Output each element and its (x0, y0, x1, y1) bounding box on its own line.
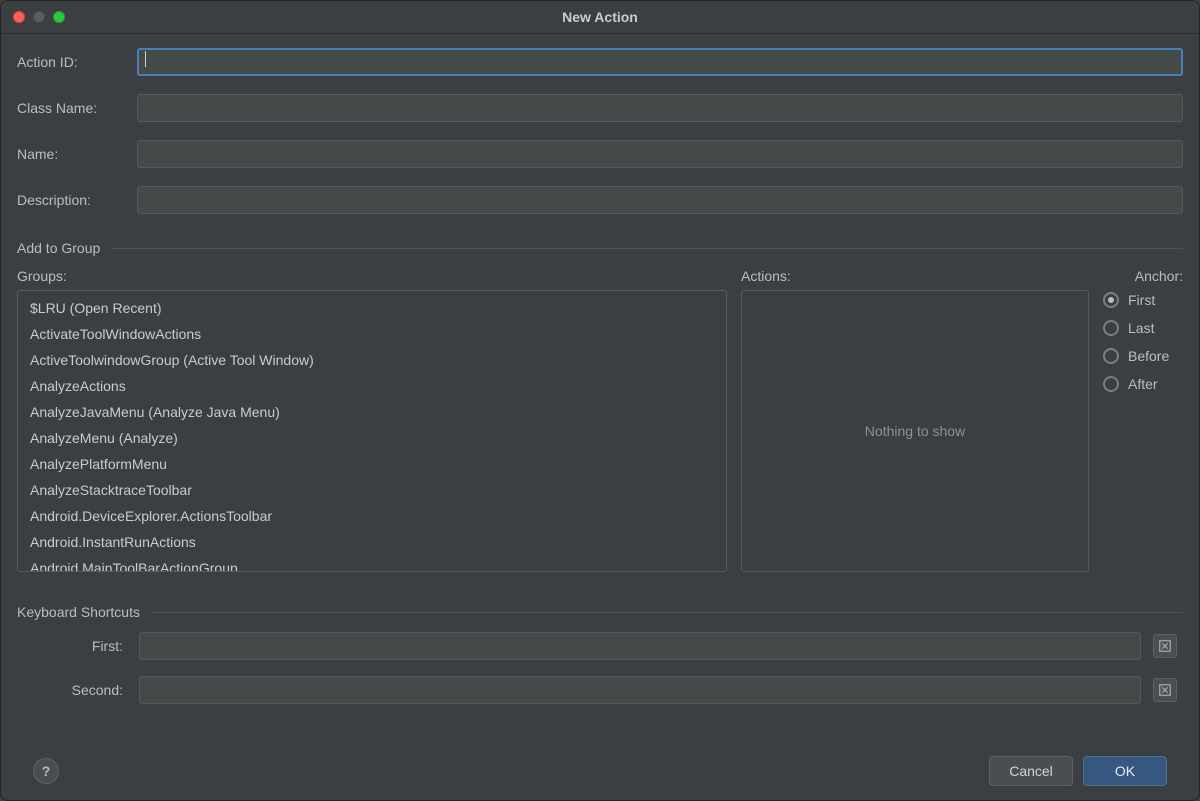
list-item[interactable]: AnalyzeJavaMenu (Analyze Java Menu) (18, 400, 726, 426)
shortcut-second-input[interactable] (139, 676, 1141, 704)
list-item[interactable]: AnalyzeMenu (Analyze) (18, 426, 726, 452)
add-to-group-header: Add to Group (17, 240, 100, 256)
shortcut-first-input[interactable] (139, 632, 1141, 660)
action-id-input[interactable] (137, 48, 1183, 76)
class-name-label: Class Name: (17, 100, 137, 116)
radio-icon (1103, 348, 1119, 364)
class-name-input[interactable] (137, 94, 1183, 122)
list-item[interactable]: Android.DeviceExplorer.ActionsToolbar (18, 504, 726, 530)
action-id-label: Action ID: (17, 54, 137, 70)
clear-icon (1158, 639, 1172, 653)
groups-list[interactable]: $LRU (Open Recent)ActivateToolWindowActi… (17, 290, 727, 572)
groups-column-label: Groups: (17, 268, 727, 284)
anchor-radio-first[interactable]: First (1103, 292, 1183, 308)
clear-second-shortcut-button[interactable] (1153, 678, 1177, 702)
anchor-option-label: Before (1128, 348, 1169, 364)
anchor-option-label: After (1128, 376, 1158, 392)
help-button[interactable]: ? (33, 758, 59, 784)
list-item[interactable]: ActivateToolWindowActions (18, 322, 726, 348)
list-item[interactable]: Android.InstantRunActions (18, 530, 726, 556)
radio-icon (1103, 376, 1119, 392)
anchor-radio-after[interactable]: After (1103, 376, 1183, 392)
anchor-column-label: Anchor: (1103, 268, 1183, 284)
list-item[interactable]: AnalyzePlatformMenu (18, 452, 726, 478)
anchor-radio-before[interactable]: Before (1103, 348, 1183, 364)
actions-empty-text: Nothing to show (865, 423, 965, 439)
cancel-button[interactable]: Cancel (989, 756, 1073, 786)
title-bar[interactable]: New Action (1, 1, 1199, 34)
list-item[interactable]: Android.MainToolBarActionGroup (18, 556, 726, 572)
anchor-option-label: First (1128, 292, 1155, 308)
clear-first-shortcut-button[interactable] (1153, 634, 1177, 658)
list-item[interactable]: $LRU (Open Recent) (18, 296, 726, 322)
keyboard-shortcuts-header: Keyboard Shortcuts (17, 604, 140, 620)
anchor-option-label: Last (1128, 320, 1154, 336)
list-item[interactable]: ActiveToolwindowGroup (Active Tool Windo… (18, 348, 726, 374)
shortcut-second-label: Second: (17, 682, 127, 698)
actions-column-label: Actions: (741, 268, 1089, 284)
window-title: New Action (1, 9, 1199, 25)
divider (152, 612, 1183, 613)
description-label: Description: (17, 192, 137, 208)
actions-list[interactable]: Nothing to show (741, 290, 1089, 572)
description-input[interactable] (137, 186, 1183, 214)
shortcut-first-label: First: (17, 638, 127, 654)
ok-button[interactable]: OK (1083, 756, 1167, 786)
anchor-radio-last[interactable]: Last (1103, 320, 1183, 336)
clear-icon (1158, 683, 1172, 697)
anchor-radio-group: First Last Before After (1103, 290, 1183, 572)
radio-icon (1103, 320, 1119, 336)
radio-icon (1103, 292, 1119, 308)
list-item[interactable]: AnalyzeActions (18, 374, 726, 400)
divider (112, 248, 1183, 249)
name-input[interactable] (137, 140, 1183, 168)
name-label: Name: (17, 146, 137, 162)
list-item[interactable]: AnalyzeStacktraceToolbar (18, 478, 726, 504)
